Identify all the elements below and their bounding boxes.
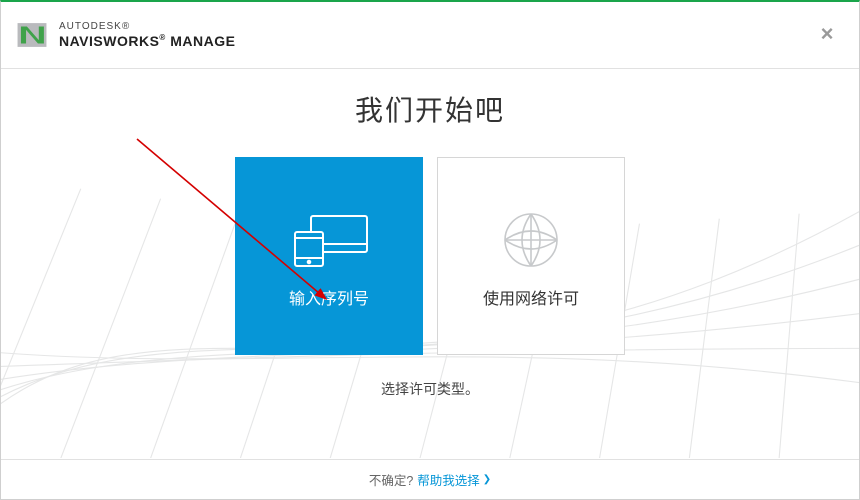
page-title: 我们开始吧	[1, 89, 859, 129]
instruction-text: 选择许可类型。	[1, 379, 859, 399]
brand-company: AUTODESK®	[59, 21, 235, 33]
devices-icon	[285, 203, 373, 277]
activation-window: AUTODESK® NAVISWORKS® MANAGE ×	[0, 0, 860, 500]
help-link-label: 帮助我选择	[417, 470, 480, 489]
close-button[interactable]: ×	[817, 24, 837, 44]
help-me-choose-link[interactable]: 帮助我选择 ❯	[417, 470, 491, 489]
footer: 不确定? 帮助我选择 ❯	[1, 459, 859, 499]
header: AUTODESK® NAVISWORKS® MANAGE ×	[1, 2, 859, 69]
license-tiles: 输入序列号	[1, 157, 859, 355]
network-license-label: 使用网络许可	[483, 285, 579, 309]
enter-serial-label: 输入序列号	[289, 285, 369, 309]
chevron-right-icon: ❯	[483, 474, 491, 485]
navisworks-logo-icon	[15, 18, 49, 52]
close-icon: ×	[821, 21, 834, 46]
enter-serial-tile[interactable]: 输入序列号	[235, 157, 423, 355]
globe-icon	[499, 203, 563, 277]
brand-block: AUTODESK® NAVISWORKS® MANAGE	[15, 18, 235, 52]
content: 我们开始吧	[1, 69, 859, 399]
network-license-tile[interactable]: 使用网络许可	[437, 157, 625, 355]
body: 我们开始吧	[1, 69, 859, 459]
brand-product: NAVISWORKS® MANAGE	[59, 33, 235, 49]
footer-question: 不确定?	[369, 470, 413, 489]
brand-text: AUTODESK® NAVISWORKS® MANAGE	[59, 21, 235, 49]
